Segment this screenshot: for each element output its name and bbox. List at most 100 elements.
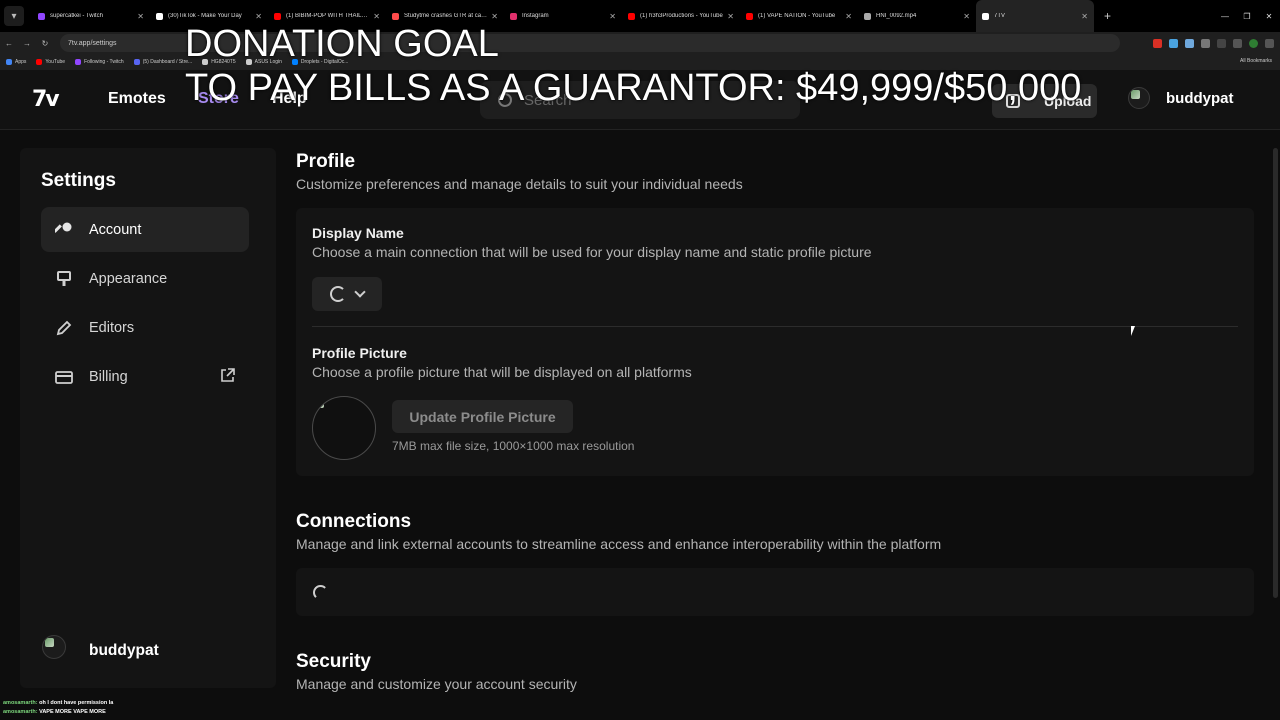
upload-button[interactable]: Upload	[992, 84, 1097, 118]
security-heading: Security	[296, 651, 371, 672]
nav-help[interactable]: Help	[272, 90, 307, 108]
sidebar-item-appearance[interactable]: Appearance	[41, 256, 249, 301]
browser-tab[interactable]: (1) VAPE NATION - YouTube ✕	[740, 0, 858, 32]
extension-icon[interactable]	[1185, 38, 1194, 48]
loading-spinner-icon	[330, 286, 346, 302]
close-tab-icon[interactable]: ✕	[963, 12, 970, 21]
upload-icon	[1006, 94, 1020, 108]
bookmark-item[interactable]: Following - Twitch	[75, 59, 124, 65]
close-tab-icon[interactable]: ✕	[1081, 12, 1088, 21]
sidebar-item-label: Billing	[89, 368, 128, 385]
bookmark-label: HG8240T5	[211, 59, 236, 65]
nav-store[interactable]: Store	[198, 90, 239, 108]
restore-icon[interactable]: ❐	[1236, 12, 1258, 21]
browser-tab[interactable]: 7TV ✕	[976, 0, 1094, 32]
profile-heading: Profile	[296, 151, 356, 172]
window-controls: — ❐ ✕	[1214, 0, 1280, 32]
favicon-icon	[628, 12, 635, 20]
forward-icon[interactable]: →	[18, 39, 36, 48]
address-bar[interactable]: 7tv.app/settings	[60, 34, 1120, 52]
url-text: 7tv.app/settings	[68, 39, 117, 47]
browser-tab[interactable]: Instagram ✕	[504, 0, 622, 32]
chevron-down-icon	[354, 286, 366, 298]
bookmark-item[interactable]: YouTube	[36, 59, 65, 65]
extensions-area	[1153, 32, 1274, 54]
external-link-icon	[220, 368, 235, 383]
search-input[interactable]: Search	[480, 81, 800, 119]
nav-emotes[interactable]: Emotes	[108, 90, 166, 108]
extension-icon[interactable]	[1153, 38, 1162, 48]
bookmark-item[interactable]: (5) Dashboard / Stre...	[133, 59, 192, 65]
puzzle-icon[interactable]	[1201, 38, 1210, 48]
profile-icon[interactable]	[1249, 38, 1258, 48]
scrollbar[interactable]	[1273, 148, 1278, 598]
bookmark-label: YouTube	[45, 59, 66, 65]
tab-strip: supercatkei - Twitch ✕ (30)TikTok - Make Y…	[32, 0, 1094, 32]
bookmark-item[interactable]: Apps	[6, 59, 26, 65]
bookmark-label: Droplets - DigitalOc...	[300, 59, 349, 65]
favicon-icon	[274, 12, 281, 20]
browser-tab[interactable]: (1) BIBIM-POP WITH THAILAND ✕	[268, 0, 386, 32]
download-icon[interactable]	[1217, 38, 1226, 48]
tab-title: supercatkei - Twitch	[50, 13, 103, 19]
kebab-menu-icon[interactable]	[1265, 38, 1274, 48]
browser-tab[interactable]: (1) h3h3Productions - YouTube ✕	[622, 0, 740, 32]
update-profile-picture-button[interactable]: Update Profile Picture	[392, 400, 573, 433]
bookmark-item[interactable]: ASUS Login	[245, 59, 282, 65]
brush-icon	[55, 270, 73, 288]
browser-tab[interactable]: HNI_0092.mp4 ✕	[858, 0, 976, 32]
display-name-description: Choose a main connection that will be us…	[312, 244, 872, 260]
settings-sidebar: Settings Account Appearance Editors Bill…	[20, 148, 276, 688]
mouse-cursor-icon	[1131, 326, 1139, 336]
close-tab-icon[interactable]: ✕	[845, 12, 852, 21]
new-tab-icon[interactable]: +	[1104, 9, 1111, 23]
bookmark-favicon-icon	[75, 59, 82, 65]
browser-tab[interactable]: supercatkei - Twitch ✕	[32, 0, 150, 32]
bookmark-favicon-icon	[291, 59, 298, 65]
sidebar-item-account[interactable]: Account	[41, 207, 249, 252]
close-tab-icon[interactable]: ✕	[609, 12, 616, 21]
tab-title: (1) VAPE NATION - YouTube	[758, 13, 836, 19]
minimize-icon[interactable]: —	[1214, 12, 1236, 21]
close-tab-icon[interactable]: ✕	[373, 12, 380, 21]
key-icon	[55, 221, 73, 239]
back-icon[interactable]: ←	[0, 39, 18, 48]
connections-description: Manage and link external accounts to str…	[296, 536, 942, 552]
display-name-select[interactable]	[312, 277, 382, 311]
sidebar-item-label: Appearance	[89, 270, 168, 287]
sidebar-username[interactable]: buddypat	[89, 642, 159, 660]
reload-icon[interactable]: ↻	[36, 39, 54, 48]
browser-tab[interactable]: Studytme crashes GTR at car m ✕	[386, 0, 504, 32]
browser-tab[interactable]: (30)TikTok - Make Your Day ✕	[150, 0, 268, 32]
bookmark-favicon-icon	[202, 59, 209, 65]
divider	[312, 326, 1238, 327]
stream-chat-overlay: amosamarth: oh I dont have permission la…	[3, 699, 113, 717]
username[interactable]: buddypat	[1166, 90, 1234, 107]
close-window-icon[interactable]: ✕	[1258, 12, 1280, 21]
sidebar-item-billing[interactable]: Billing	[41, 354, 249, 399]
connections-heading: Connections	[296, 511, 412, 532]
favicon-icon	[156, 12, 163, 20]
avatar[interactable]	[42, 635, 66, 659]
bookmark-item[interactable]: Droplets - DigitalOc...	[291, 59, 349, 65]
close-tab-icon[interactable]: ✕	[255, 12, 262, 21]
bookmark-favicon-icon	[133, 59, 140, 65]
menu-icon[interactable]	[1233, 38, 1242, 48]
avatar[interactable]	[1128, 87, 1150, 109]
connections-card	[296, 568, 1254, 616]
browser-tab-bar: ▾ supercatkei - Twitch ✕ (30)TikTok - Make…	[0, 0, 1280, 32]
close-tab-icon[interactable]: ✕	[491, 12, 498, 21]
bookmark-item[interactable]: HG8240T5	[202, 59, 236, 65]
extension-icon[interactable]	[1169, 38, 1178, 48]
close-tab-icon[interactable]: ✕	[137, 12, 144, 21]
favicon-icon	[38, 12, 45, 20]
tab-title: 7TV	[994, 13, 1006, 19]
card-icon	[55, 368, 73, 386]
tab-search-icon[interactable]: ▾	[4, 6, 24, 26]
all-bookmarks-button[interactable]: All Bookmarks	[1240, 58, 1272, 64]
sidebar-item-editors[interactable]: Editors	[41, 305, 249, 350]
7tv-logo[interactable]: 7v	[32, 87, 60, 112]
close-tab-icon[interactable]: ✕	[727, 12, 734, 21]
profile-picture-preview	[312, 396, 376, 460]
bookmark-label: Following - Twitch	[84, 59, 124, 65]
